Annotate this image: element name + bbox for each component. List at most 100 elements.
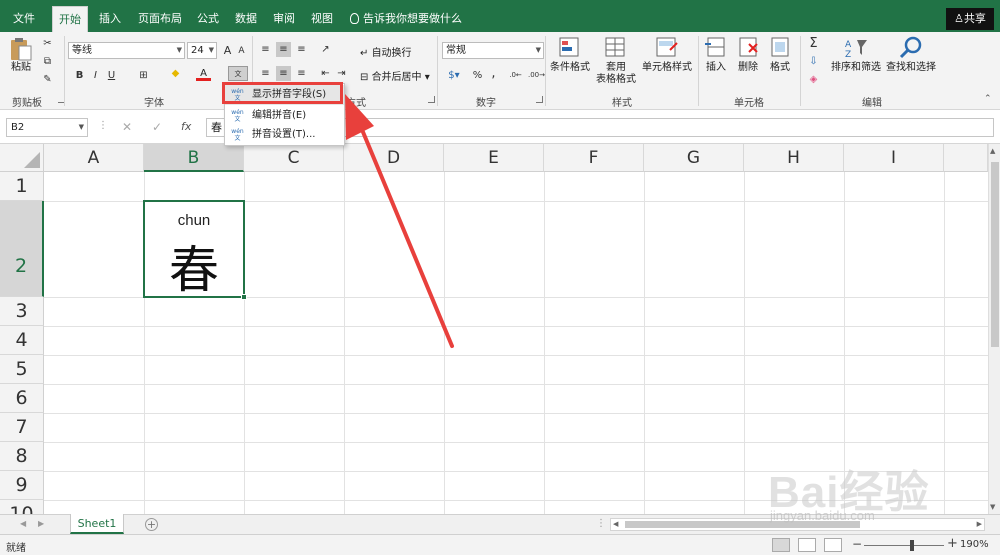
scrollbar-thumb[interactable] (991, 162, 999, 347)
row-header-7[interactable]: 7 (0, 413, 44, 442)
number-format-combo[interactable]: 常规 ▼ (442, 42, 544, 59)
italic-button[interactable]: I (88, 68, 103, 83)
align-left-icon[interactable]: ≡ (258, 66, 273, 81)
column-header-b[interactable]: B (144, 144, 244, 172)
tab-page-layout[interactable]: 页面布局 (134, 6, 186, 32)
comma-style-button[interactable]: , (486, 66, 501, 81)
tab-review[interactable]: 审阅 (266, 6, 302, 32)
format-as-table-button[interactable]: 套用 表格格式 (592, 36, 640, 86)
zoom-in-button[interactable]: + (947, 536, 958, 551)
scroll-left-icon[interactable]: ◀ (613, 520, 618, 528)
sort-filter-button[interactable]: AZ 排序和筛选 (830, 36, 882, 74)
column-header-a[interactable]: A (44, 144, 144, 172)
copy-icon[interactable]: ⧉ (40, 54, 55, 69)
row-header-2[interactable]: 2 (0, 201, 44, 297)
name-box[interactable]: B2 ▼ (6, 118, 88, 137)
menu-item-edit-pinyin[interactable]: wén 文 编辑拼音(E) (225, 106, 344, 126)
pinyin-guide-icon[interactable]: 文 (228, 66, 248, 81)
align-middle-icon[interactable]: ≡ (276, 42, 291, 57)
normal-view-icon[interactable] (772, 538, 790, 552)
tab-data[interactable]: 数据 (228, 6, 264, 32)
align-top-icon[interactable]: ≡ (258, 42, 273, 57)
bold-button[interactable]: B (72, 68, 87, 83)
conditional-formatting-button[interactable]: 条件格式 (548, 36, 592, 74)
enter-icon[interactable]: ✓ (152, 120, 162, 134)
decrease-indent-icon[interactable]: ⇤ (318, 66, 333, 81)
column-header-h[interactable]: H (744, 144, 844, 172)
accounting-format-icon[interactable]: $▾ (444, 68, 464, 83)
clear-icon[interactable]: ◈ (806, 72, 821, 87)
cancel-icon[interactable]: ✕ (122, 120, 132, 134)
column-header-e[interactable]: E (444, 144, 544, 172)
grow-font-button[interactable]: A (220, 43, 235, 58)
fill-handle[interactable] (241, 294, 247, 300)
increase-indent-icon[interactable]: ⇥ (334, 66, 349, 81)
zoom-out-button[interactable]: − (852, 537, 862, 551)
share-button[interactable]: ♙共享 (946, 8, 994, 30)
wrap-text-button[interactable]: ↵ 自动换行 (360, 44, 412, 59)
align-center-icon[interactable]: ≡ (276, 66, 291, 81)
format-cells-button[interactable]: 格式 (766, 36, 794, 74)
add-sheet-button[interactable]: + (145, 518, 158, 531)
paste-button[interactable]: 粘贴 (6, 36, 36, 74)
insert-function-button[interactable]: fx (181, 120, 191, 133)
decrease-decimal-icon[interactable]: .00→ (528, 68, 545, 83)
page-break-view-icon[interactable] (824, 538, 842, 552)
row-header-3[interactable]: 3 (0, 297, 44, 326)
borders-icon[interactable]: ⊞ (136, 68, 151, 83)
zoom-slider-knob[interactable] (910, 540, 914, 551)
row-header-9[interactable]: 9 (0, 471, 44, 500)
next-sheet-icon[interactable]: ▶ (38, 519, 44, 528)
column-header-blank[interactable] (944, 144, 988, 172)
vertical-scrollbar[interactable]: ▲ ▼ (988, 144, 1000, 514)
increase-decimal-icon[interactable]: .0← (508, 68, 523, 83)
underline-button[interactable]: U (104, 68, 119, 83)
cut-icon[interactable]: ✂ (40, 36, 55, 51)
row-header-10[interactable]: 10 (0, 500, 44, 514)
tab-formulas[interactable]: 公式 (190, 6, 226, 32)
row-header-4[interactable]: 4 (0, 326, 44, 355)
delete-cells-button[interactable]: 删除 (734, 36, 762, 74)
column-header-c[interactable]: C (244, 144, 344, 172)
page-layout-view-icon[interactable] (798, 538, 816, 552)
font-name-combo[interactable]: 等线 ▼ (68, 42, 185, 59)
scroll-up-icon[interactable]: ▲ (990, 147, 995, 155)
tab-split-handle-icon[interactable]: ⋮ (596, 518, 606, 529)
row-header-8[interactable]: 8 (0, 442, 44, 471)
scroll-down-icon[interactable]: ▼ (990, 503, 995, 511)
fill-icon[interactable]: ⇩ (806, 54, 821, 69)
font-color-icon[interactable]: A (196, 66, 211, 81)
align-right-icon[interactable]: ≡ (294, 66, 309, 81)
tab-home[interactable]: 开始 (52, 6, 88, 32)
autosum-button[interactable]: Σ (806, 36, 821, 51)
number-launcher-icon[interactable] (536, 96, 543, 103)
column-header-f[interactable]: F (544, 144, 644, 172)
active-cell-b2[interactable]: chun 春 (143, 200, 247, 300)
row-header-5[interactable]: 5 (0, 355, 44, 384)
menu-item-pinyin-settings[interactable]: wén 文 拼音设置(T)... (225, 125, 344, 145)
find-select-button[interactable]: 查找和选择 (884, 36, 938, 74)
column-header-g[interactable]: G (644, 144, 744, 172)
insert-cells-button[interactable]: 插入 (702, 36, 730, 74)
row-header-6[interactable]: 6 (0, 384, 44, 413)
alignment-launcher-icon[interactable] (428, 96, 435, 103)
orientation-icon[interactable]: ↗ (318, 42, 333, 57)
merge-center-button[interactable]: ⊟ 合并后居中 ▾ (360, 68, 430, 83)
shrink-font-button[interactable]: A (234, 44, 249, 59)
collapse-ribbon-icon[interactable]: ⌃ (984, 94, 992, 104)
zoom-level[interactable]: 190% (960, 539, 989, 550)
column-header-d[interactable]: D (344, 144, 444, 172)
select-all-button[interactable] (0, 144, 44, 172)
column-header-i[interactable]: I (844, 144, 944, 172)
row-header-1[interactable]: 1 (0, 172, 44, 201)
prev-sheet-icon[interactable]: ◀ (20, 519, 26, 528)
font-size-combo[interactable]: 24 ▼ (187, 42, 217, 59)
tab-insert[interactable]: 插入 (92, 6, 128, 32)
tab-view[interactable]: 视图 (304, 6, 340, 32)
percent-button[interactable]: % (470, 68, 485, 83)
zoom-slider[interactable] (864, 540, 944, 551)
sheet-tab-sheet1[interactable]: Sheet1 (70, 514, 124, 534)
format-painter-icon[interactable]: ✎ (40, 72, 55, 87)
fill-color-icon[interactable]: ◆ (168, 66, 183, 81)
tab-file[interactable]: 文件 (6, 6, 42, 32)
